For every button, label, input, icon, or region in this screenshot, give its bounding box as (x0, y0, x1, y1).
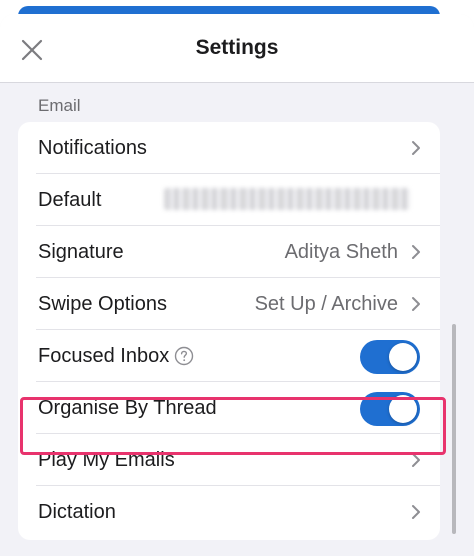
section-label-email: Email (38, 96, 81, 115)
row-label: Signature (38, 241, 124, 263)
blurred-email-value (164, 188, 410, 210)
row-value: Set Up / Archive (254, 293, 398, 315)
row-label: Notifications (38, 137, 147, 159)
nav-bar: Settings (0, 14, 474, 83)
chevron-right-icon (412, 505, 420, 519)
page-title: Settings (195, 36, 279, 59)
chevron-right-icon (412, 245, 420, 259)
row-focused-inbox: Focused Inbox (18, 330, 440, 382)
focused-inbox-toggle[interactable] (360, 340, 420, 374)
row-label: Focused Inbox (38, 345, 170, 367)
settings-card: Notifications Default Signature Aditya S… (18, 122, 440, 540)
chevron-right-icon (412, 297, 420, 311)
row-dictation[interactable]: Dictation (18, 486, 440, 538)
question-circle-icon[interactable] (174, 346, 194, 366)
row-label: Organise By Thread (38, 397, 217, 419)
toggle-knob (389, 395, 417, 423)
chevron-right-icon (412, 453, 420, 467)
row-label: Play My Emails (38, 449, 175, 471)
row-label: Default (38, 189, 102, 211)
chevron-right-icon (412, 141, 420, 155)
row-organise-by-thread: Organise By Thread (18, 382, 440, 434)
row-default[interactable]: Default (18, 174, 440, 226)
toggle-knob (389, 343, 417, 371)
row-label: Swipe Options (38, 293, 167, 315)
row-label: Dictation (38, 501, 116, 523)
organise-by-thread-toggle[interactable] (360, 392, 420, 426)
row-value: Aditya Sheth (284, 241, 398, 263)
settings-sheet: Settings Email Notifications Default Sig… (0, 14, 474, 556)
row-signature[interactable]: Signature Aditya Sheth (18, 226, 440, 278)
row-swipe-options[interactable]: Swipe Options Set Up / Archive (18, 278, 440, 330)
scrollbar[interactable] (452, 324, 456, 534)
row-notifications[interactable]: Notifications (18, 122, 440, 174)
row-play-my-emails[interactable]: Play My Emails (18, 434, 440, 486)
